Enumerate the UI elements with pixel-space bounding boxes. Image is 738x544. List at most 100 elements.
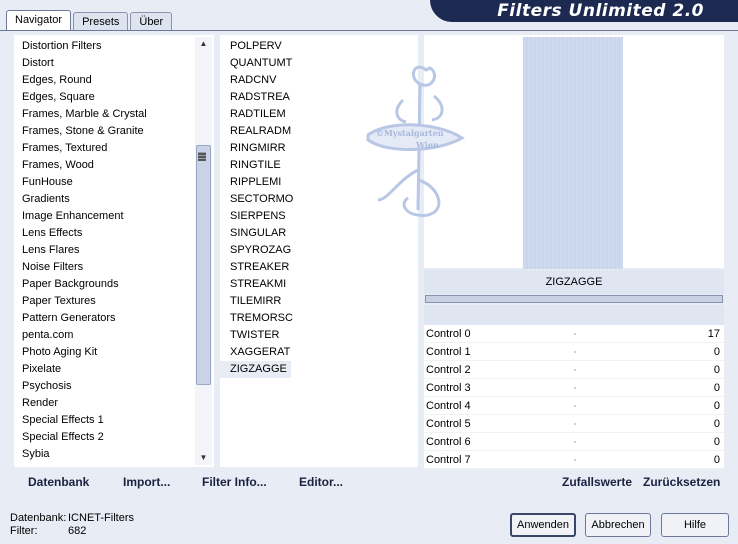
- control-slider-marker[interactable]: [574, 369, 576, 371]
- scrollbar-thumb[interactable]: [196, 145, 211, 385]
- category-item[interactable]: Frames, Textured: [14, 140, 214, 157]
- control-slider-marker[interactable]: [574, 351, 576, 353]
- editor-link[interactable]: Editor...: [299, 475, 343, 489]
- category-item[interactable]: Gradients: [14, 191, 214, 208]
- random-values-link[interactable]: Zufallswerte: [562, 475, 632, 489]
- scroll-down-arrow-icon[interactable]: ▼: [195, 451, 212, 465]
- controls-header: [424, 305, 724, 325]
- cancel-button[interactable]: Abbrechen: [585, 513, 651, 537]
- category-item[interactable]: Edges, Round: [14, 72, 214, 89]
- category-item[interactable]: Frames, Wood: [14, 157, 214, 174]
- category-item[interactable]: Psychosis: [14, 378, 214, 395]
- category-item[interactable]: Noise Filters: [14, 259, 214, 276]
- category-item[interactable]: Lens Effects: [14, 225, 214, 242]
- control-slider-marker[interactable]: [574, 423, 576, 425]
- tab-about[interactable]: Über: [130, 12, 173, 31]
- control-value: 0: [713, 436, 720, 448]
- category-item[interactable]: Special Effects 2: [14, 429, 214, 446]
- category-item[interactable]: Frames, Marble & Crystal: [14, 106, 214, 123]
- help-button[interactable]: Hilfe: [661, 513, 729, 537]
- filter-item[interactable]: TILEMIRR: [220, 293, 418, 310]
- control-slider-marker[interactable]: [574, 441, 576, 443]
- category-item[interactable]: Image Enhancement: [14, 208, 214, 225]
- scroll-up-arrow-icon[interactable]: ▲: [195, 37, 212, 51]
- category-item[interactable]: Sybia: [14, 446, 214, 463]
- filter-item[interactable]: STREAKER: [220, 259, 418, 276]
- tab-presets[interactable]: Presets: [73, 12, 129, 31]
- app-title: Filters Unlimited 2.0: [497, 1, 704, 21]
- watermark-text-line1: ©Mystalgarten: [376, 128, 444, 138]
- control-label: Control 0: [426, 328, 471, 340]
- category-item[interactable]: penta.com: [14, 327, 214, 344]
- category-item[interactable]: Distort: [14, 55, 214, 72]
- control-slider-marker[interactable]: [574, 405, 576, 407]
- left-link-bar: Datenbank Import... Filter Info... Edito…: [14, 470, 418, 496]
- control-label: Control 5: [426, 418, 471, 430]
- filter-count-label: Filter:: [10, 525, 38, 537]
- filter-item[interactable]: ZIGZAGGE: [220, 361, 291, 378]
- right-link-bar: Zufallswerte Zurücksetzen: [424, 470, 724, 496]
- filter-item[interactable]: POLPERV: [220, 38, 418, 55]
- filter-item[interactable]: STREAKMI: [220, 276, 418, 293]
- category-scrollbar[interactable]: ▲ ▬ ▬ ▬ ▼: [195, 37, 212, 465]
- control-label: Control 4: [426, 400, 471, 412]
- control-label: Control 1: [426, 346, 471, 358]
- status-area: Datenbank: ICNET-Filters Filter: 682: [10, 512, 134, 538]
- control-value: 0: [713, 454, 720, 466]
- import-link[interactable]: Import...: [123, 475, 170, 489]
- category-item[interactable]: Paper Backgrounds: [14, 276, 214, 293]
- control-slider-marker[interactable]: [574, 459, 576, 461]
- category-item[interactable]: Paper Textures: [14, 293, 214, 310]
- watermark-text-line2: Wien: [415, 140, 439, 150]
- apply-button[interactable]: Anwenden: [510, 513, 576, 537]
- control-label: Control 7: [426, 454, 471, 466]
- control-row[interactable]: Control 4 0: [424, 397, 724, 415]
- filter-item[interactable]: TWISTER: [220, 327, 418, 344]
- control-row[interactable]: Control 2 0: [424, 361, 724, 379]
- control-slider-marker[interactable]: [574, 333, 576, 335]
- filter-item[interactable]: SINGULAR: [220, 225, 418, 242]
- control-label: Control 2: [426, 364, 471, 376]
- control-row[interactable]: Control 0 17: [424, 325, 724, 343]
- category-item[interactable]: Pixelate: [14, 361, 214, 378]
- filter-item[interactable]: TREMORSC: [220, 310, 418, 327]
- tab-bar: Navigator Presets Über: [6, 10, 174, 31]
- category-item[interactable]: Frames, Stone & Granite: [14, 123, 214, 140]
- control-row[interactable]: Control 1 0: [424, 343, 724, 361]
- database-status-value: ICNET-Filters: [68, 512, 134, 524]
- category-item[interactable]: Pattern Generators: [14, 310, 214, 327]
- filter-item[interactable]: XAGGERAT: [220, 344, 418, 361]
- category-list[interactable]: Distortion Filters Distort Edges, Round Edg…: [14, 35, 214, 467]
- control-slider-marker[interactable]: [574, 387, 576, 389]
- category-item[interactable]: Lens Flares: [14, 242, 214, 259]
- progress-bar: [425, 295, 723, 303]
- category-item[interactable]: Edges, Square: [14, 89, 214, 106]
- watermark-logo: ©Mystalgarten Wien: [366, 65, 465, 217]
- filter-item[interactable]: SPYROZAG: [220, 242, 418, 259]
- category-item[interactable]: Photo Aging Kit: [14, 344, 214, 361]
- reset-link[interactable]: Zurücksetzen: [643, 475, 720, 489]
- scrollbar-grip-icon: ▬ ▬ ▬: [198, 148, 206, 163]
- preview-filter-name: ZIGZAGGE: [424, 270, 724, 294]
- category-item[interactable]: Distortion Filters: [14, 38, 214, 55]
- category-item[interactable]: FunHouse: [14, 174, 214, 191]
- category-item[interactable]: Special Effects 1: [14, 412, 214, 429]
- control-row[interactable]: Control 5 0: [424, 415, 724, 433]
- control-label: Control 6: [426, 436, 471, 448]
- preview-image: [523, 37, 623, 269]
- tab-navigator[interactable]: Navigator: [6, 10, 72, 31]
- filter-info-link[interactable]: Filter Info...: [202, 475, 267, 489]
- category-item[interactable]: Render: [14, 395, 214, 412]
- control-value: 0: [713, 364, 720, 376]
- title-banner: Filters Unlimited 2.0: [430, 0, 738, 22]
- control-value: 0: [713, 418, 720, 430]
- database-link[interactable]: Datenbank: [28, 475, 89, 489]
- control-row[interactable]: Control 6 0: [424, 433, 724, 451]
- database-status-label: Datenbank:: [10, 512, 67, 524]
- control-row[interactable]: Control 3 0: [424, 379, 724, 397]
- control-label: Control 3: [426, 382, 471, 394]
- control-value: 17: [707, 328, 720, 340]
- control-row[interactable]: Control 7 0: [424, 451, 724, 469]
- filters-unlimited-dialog: Navigator Presets Über Filters Unlimited…: [0, 0, 738, 544]
- filter-count-value: 682: [68, 525, 87, 537]
